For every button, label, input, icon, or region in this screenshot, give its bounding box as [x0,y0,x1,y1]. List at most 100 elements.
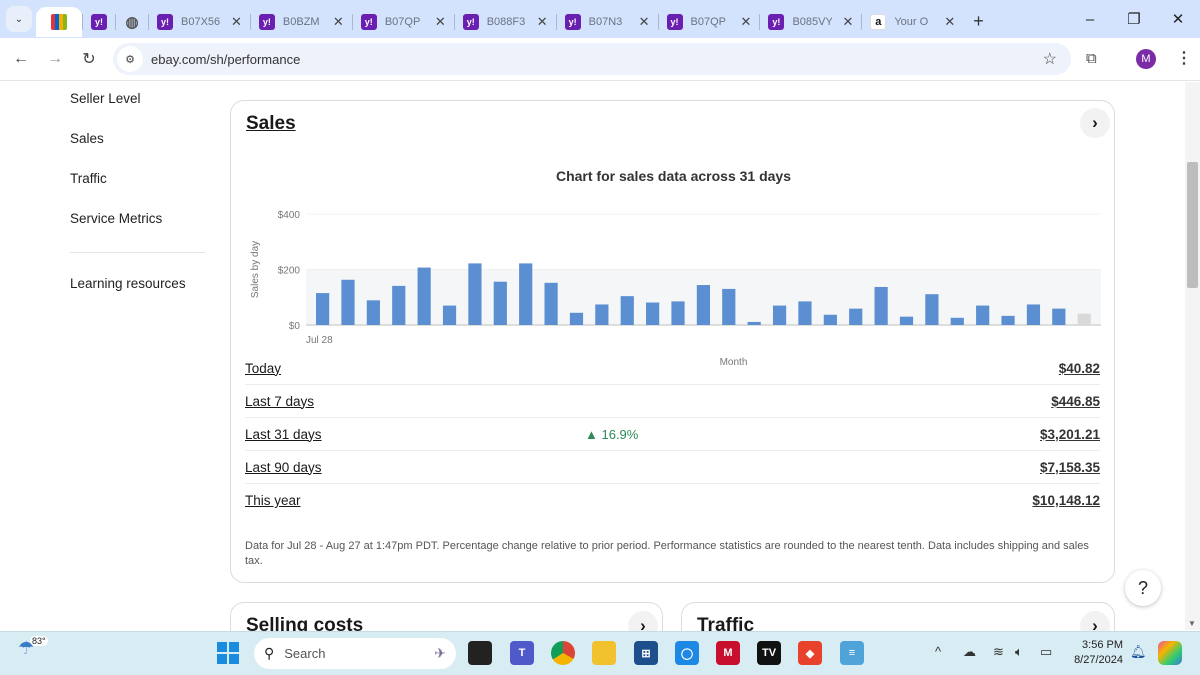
bar-aug-21 [925,294,939,325]
help-button[interactable]: ? [1125,570,1161,606]
browser-tab[interactable]: y! B07QP ✕ [659,7,760,37]
browser-tab[interactable]: a Your O ✕ [862,7,963,37]
teams-icon[interactable]: T [510,641,534,665]
period-sales-value[interactable]: $3,201.21 [1040,427,1100,442]
sales-summary-row: Last 7 days $446.85 [245,385,1100,418]
sidebar-item-sales[interactable]: Sales [70,131,104,146]
weather-temperature: 83° [30,636,48,646]
sidebar-item-seller-level[interactable]: Seller Level [70,91,141,106]
microsoft-store-icon[interactable]: ⊞ [634,641,658,665]
bookmark-star-icon[interactable]: ☆ [1043,49,1057,69]
browser-tab[interactable]: y! B07N3 ✕ [557,7,658,37]
tab-title: B07QP [690,16,726,28]
show-hidden-icons-chevron[interactable]: ^ [935,644,941,659]
wifi-icon[interactable]: ≋ [993,644,1004,660]
back-button[interactable]: ← [4,50,38,68]
reload-button[interactable]: ↻ [72,49,106,69]
taskbar-clock[interactable]: 3:56 PM 8/27/2024 [1063,638,1123,668]
period-label[interactable]: Last 90 days [245,460,322,475]
close-tab-icon[interactable]: ✕ [944,14,955,30]
close-tab-icon[interactable]: ✕ [537,14,548,30]
period-sales-value[interactable]: $446.85 [1051,394,1100,409]
new-tab-button[interactable]: + [973,11,984,32]
scrollbar-thumb[interactable] [1187,162,1198,288]
address-bar[interactable]: ⚙ ebay.com/sh/performance ☆ [113,43,1071,75]
browser-tab[interactable]: ◍ [116,7,148,37]
restore-button[interactable]: ❐ [1112,10,1156,28]
chevron-down-icon: ⌄ [14,13,24,25]
browser-tab[interactable]: y! B07QP ✕ [353,7,454,37]
bar-aug-10 [646,302,660,325]
sales-card: Sales › Chart for sales data across 31 d… [230,100,1115,583]
close-window-button[interactable]: ✕ [1156,10,1200,28]
browser-tab[interactable]: y! [83,7,115,37]
volume-icon[interactable]: 🔈︎ [1015,644,1023,660]
cortana-icon[interactable]: ◯ [675,641,699,665]
onedrive-cloud-icon[interactable]: ☁ [963,644,976,660]
close-tab-icon[interactable]: ✕ [639,14,650,30]
url-text[interactable]: ebay.com/sh/performance [151,52,300,67]
battery-icon[interactable]: ▭ [1040,644,1052,660]
browser-tab[interactable]: y! B085VY ✕ [760,7,861,37]
close-tab-icon[interactable]: ✕ [842,14,853,30]
browser-tab[interactable] [36,7,82,37]
site-settings-icon[interactable]: ⚙ [117,46,143,72]
mcafee-icon[interactable]: M [716,641,740,665]
profile-avatar[interactable]: M [1136,49,1156,69]
close-tab-icon[interactable]: ✕ [741,14,752,30]
extensions-icon[interactable]: ⧉ [1086,50,1097,67]
sales-expand-button[interactable]: › [1080,108,1110,138]
sidebar-item-service-metrics[interactable]: Service Metrics [70,211,162,226]
browser-menu-icon[interactable]: ⋮ [1176,48,1192,68]
sidebar-item-learning-resources[interactable]: Learning resources [70,276,186,291]
sales-summary-list: Today $40.82 Last 7 days $446.85 Last 31 day… [245,352,1100,517]
bar-aug-19 [874,286,888,325]
scroll-down-arrow-icon[interactable]: ▼ [1188,619,1196,628]
chart-title: Chart for sales data across 31 days [555,168,791,184]
windows-taskbar: ☂ 83° ⚲ Search ✈ T ⊞ ◯ M TV ◆ ≡ ^ ☁ ≋ 🔈︎… [0,631,1200,675]
copilot-icon[interactable] [1158,641,1182,665]
browser-tab[interactable]: y! B0BZM ✕ [251,7,352,37]
period-label[interactable]: This year [245,493,301,508]
sales-summary-row: Today $40.82 [245,352,1100,385]
page-scrollbar[interactable]: ▼ [1185,82,1200,630]
yahoo-icon: y! [157,14,173,30]
start-button[interactable] [217,642,239,664]
period-label[interactable]: Today [245,361,281,376]
bar-aug-2 [442,305,457,325]
tab-search-button[interactable]: ⌄ [6,6,32,32]
notepad-icon[interactable]: ≡ [840,641,864,665]
file-explorer-icon[interactable] [592,641,616,665]
period-sales-value[interactable]: $7,158.35 [1040,460,1100,475]
period-label[interactable]: Last 31 days [245,427,322,442]
period-label[interactable]: Last 7 days [245,394,314,409]
taskbar-search[interactable]: ⚲ Search ✈ [254,638,456,669]
bar-aug-12 [696,285,711,325]
tab-title: B07QP [384,16,421,28]
close-tab-icon[interactable]: ✕ [435,14,446,30]
browser-tab[interactable]: y! B088F3 ✕ [455,7,556,37]
amazon-icon: a [870,14,887,30]
clock-date: 8/27/2024 [1074,654,1123,666]
period-sales-value[interactable]: $40.82 [1059,361,1100,376]
close-tab-icon[interactable]: ✕ [333,14,344,30]
period-sales-value[interactable]: $10,148.12 [1032,493,1100,508]
yahoo-icon: y! [768,14,785,30]
forward-button[interactable]: → [38,50,72,68]
task-view-icon[interactable] [468,641,492,665]
percent-change-badge: ▲ 16.9% [585,426,639,442]
bar-jul-28 [316,293,330,325]
browser-tab[interactable]: y! B07X56 ✕ [149,7,250,37]
anydesk-icon[interactable]: ◆ [798,641,822,665]
notification-bell-icon[interactable]: 🔔︎ [1130,644,1147,660]
tradingview-icon[interactable]: TV [757,641,781,665]
search-icon: ⚲ [264,645,275,661]
sidebar-item-traffic[interactable]: Traffic [70,171,107,186]
sales-card-title[interactable]: Sales [246,113,296,135]
chrome-icon[interactable] [551,641,575,665]
globe-icon: ◍ [125,14,139,31]
close-tab-icon[interactable]: ✕ [231,14,242,30]
minimize-button[interactable]: – [1068,11,1112,28]
bar-aug-14 [747,321,761,325]
yahoo-icon: y! [91,14,107,30]
